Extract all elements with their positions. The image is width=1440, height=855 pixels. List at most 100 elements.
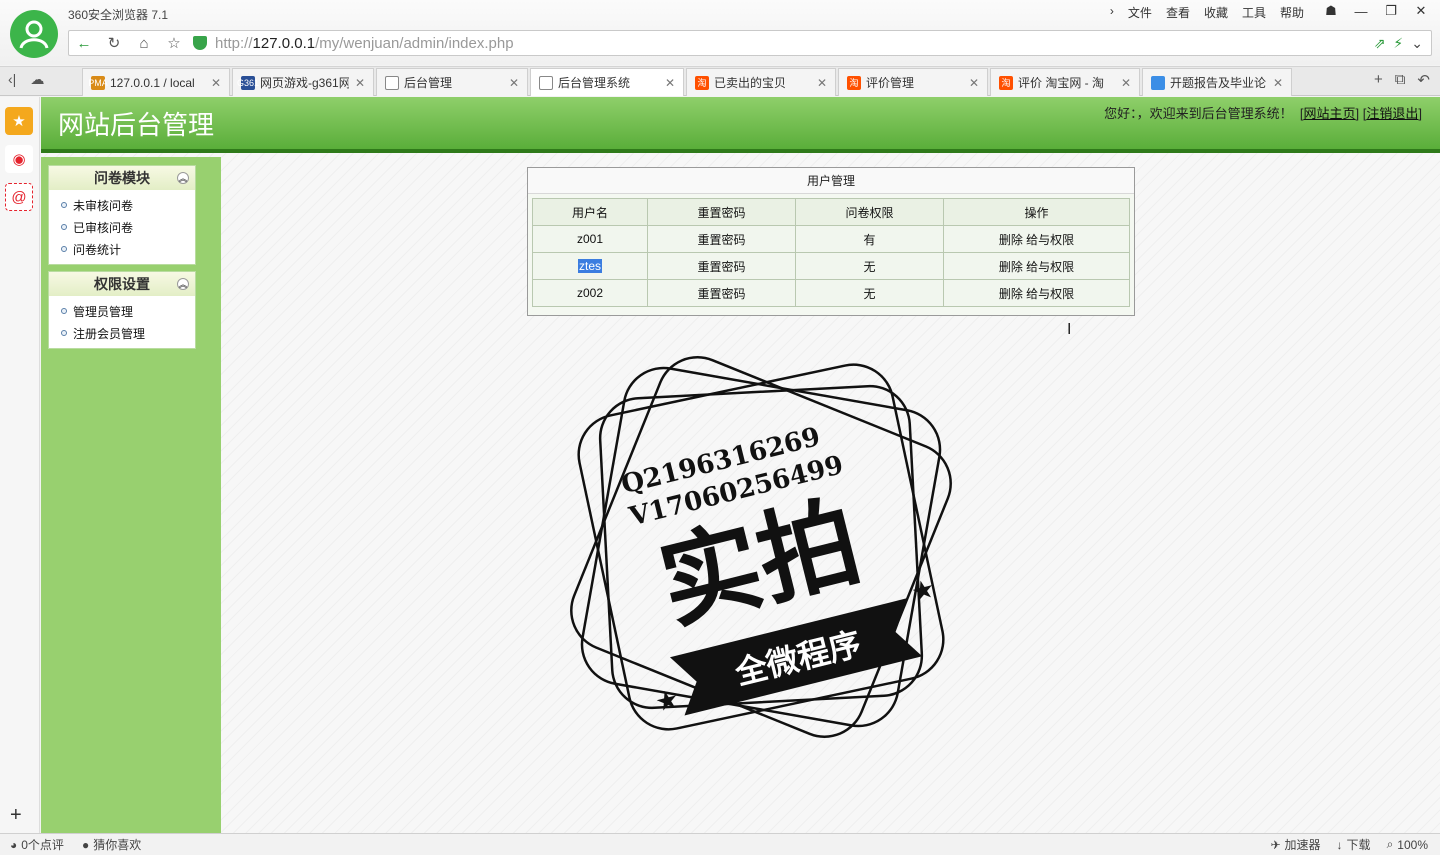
tab-1[interactable]: G361 网页游戏-g361网 ✕: [232, 68, 374, 96]
row-actions-link[interactable]: 删除 给与权限: [943, 225, 1130, 253]
sidebar-toggle-icon[interactable]: ‹|: [8, 71, 16, 88]
row-actions-link-text: 删除 给与权限: [998, 259, 1075, 274]
tab-4[interactable]: 淘已卖出的宝贝 ✕: [686, 68, 836, 96]
reset-password-link[interactable]: 重置密码: [647, 252, 796, 280]
reset-password-link[interactable]: 重置密码: [647, 279, 796, 307]
g361-icon: G361: [236, 75, 260, 90]
page-icon: [385, 75, 399, 90]
speedup-button[interactable]: ✈ 加速器: [1270, 836, 1320, 853]
close-button[interactable]: ✕: [1410, 2, 1432, 20]
panel-questionnaire: 问卷模块 ︽ 未审核问卷 已审核问卷 问卷统计: [48, 165, 196, 265]
tab-label: 评价管理: [866, 76, 915, 90]
tab-5[interactable]: 淘评价管理 ✕: [838, 68, 988, 96]
url-input[interactable]: http://127.0.0.1/my/wenjuan/admin/index.…: [189, 31, 1374, 55]
menu-favorites[interactable]: 收藏: [1204, 4, 1228, 21]
browser-logo-icon[interactable]: [10, 10, 58, 58]
table-row: z001 重置密码 有 删除 给与权限: [532, 225, 1130, 253]
panel-permissions: 权限设置 ︽ 管理员管理 注册会员管理: [48, 271, 196, 349]
tab-7[interactable]: 开题报告及毕业论 ✕: [1142, 68, 1292, 96]
tab-3[interactable]: 后台管理系统 ✕: [530, 68, 684, 96]
menu-help[interactable]: 帮助: [1280, 4, 1304, 21]
url-text: http://127.0.0.1/my/wenjuan/admin/index.…: [215, 35, 514, 52]
menu-item-stats[interactable]: 问卷统计: [61, 238, 195, 260]
recommend-status[interactable]: ● 猜你喜欢: [82, 836, 141, 853]
url-path: /my/wenjuan/admin/index.php: [315, 34, 514, 52]
download-icon: ↓: [1336, 837, 1343, 852]
menu-item-label: 未审核问卷: [73, 198, 134, 213]
collapse-icon[interactable]: ︽: [177, 278, 189, 290]
chevron-down-icon[interactable]: ⌄: [1411, 35, 1423, 52]
cell-username: z001: [532, 225, 648, 253]
tab-close-icon[interactable]: ✕: [1121, 76, 1131, 90]
app-title: 360安全浏览器 7.1: [68, 8, 169, 22]
logout-link[interactable]: 注销退出: [1366, 106, 1418, 121]
share-icon[interactable]: ⇗: [1374, 35, 1386, 52]
zoom-level[interactable]: ⌕ 100%: [1387, 836, 1428, 853]
menu-item-label: 管理员管理: [73, 304, 134, 319]
menu-arrow-icon[interactable]: ›: [1110, 4, 1114, 21]
favorites-star-icon[interactable]: ★: [5, 107, 33, 135]
tab-bar: ‹| ☁ PMA 127.0.0.1 / local ✕ G361 网页游戏-g361网…: [0, 66, 1440, 96]
user-table-body: z001 重置密码有删除 给与权限 ztes 重置密码无删除 给与权限 z002 重置密码…: [532, 225, 1130, 307]
chrome-icon: [1151, 75, 1165, 90]
browser-titlebar: 360安全浏览器 7.1 › 文件 查看 收藏 工具 帮助 ☗ — ❐ ✕ ← …: [0, 0, 1440, 65]
restore-tabs-icon[interactable]: ⧉: [1395, 71, 1406, 89]
taobao-icon: 淘: [695, 75, 709, 90]
tab-0[interactable]: PMA 127.0.0.1 / local ✕: [82, 68, 230, 96]
home-icon[interactable]: ⌂: [129, 31, 159, 55]
mail-icon[interactable]: @: [5, 183, 33, 211]
tab-label: 网页游戏-g361网: [260, 76, 349, 90]
menu-item-admins[interactable]: 管理员管理: [61, 300, 195, 322]
table-row: ztes 重置密码 无 删除 给与权限: [532, 252, 1130, 280]
menu-item-unreviewed[interactable]: 未审核问卷: [61, 194, 195, 216]
cell-permission-text: 无: [863, 286, 876, 301]
user-management-title: 用户管理: [528, 168, 1134, 194]
welcome-bar: 您好：，欢迎来到后台管理系统！ [网站主页] [注销退出]: [1104, 106, 1422, 121]
url-prefix: http://: [215, 34, 253, 52]
page-icon: [539, 75, 553, 90]
text-cursor-icon: Ι: [1067, 321, 1072, 338]
menu-file[interactable]: 文件: [1128, 4, 1152, 21]
collapse-icon[interactable]: ︽: [177, 172, 189, 184]
tab-label: 评价 淘宝网 - 淘: [1018, 76, 1104, 90]
reset-password-link[interactable]: 重置密码: [647, 225, 796, 253]
tab-2[interactable]: 后台管理 ✕: [376, 68, 528, 96]
tab-close-icon[interactable]: ✕: [969, 76, 979, 90]
minimize-button[interactable]: —: [1350, 2, 1372, 20]
cell-username-text: ztes: [577, 259, 602, 273]
cell-username: ztes: [532, 252, 648, 280]
tab-close-icon[interactable]: ✕: [355, 76, 365, 90]
weibo-icon[interactable]: ◉: [5, 145, 33, 173]
row-actions-link[interactable]: 删除 给与权限: [943, 252, 1130, 280]
reviews-status[interactable]: ◕ 0个点评: [10, 836, 64, 853]
browser-sidebar: ★ ◉ @ +: [0, 97, 40, 833]
home-link[interactable]: 网站主页: [1304, 106, 1356, 121]
tab-close-icon[interactable]: ✕: [665, 76, 675, 90]
star-icon[interactable]: ☆: [159, 31, 189, 55]
bullet-icon: [61, 224, 67, 230]
back-arrow-icon[interactable]: ←: [69, 31, 99, 55]
menu-tools[interactable]: 工具: [1242, 4, 1266, 21]
cloud-icon[interactable]: ☁: [30, 71, 44, 88]
new-tab-icon[interactable]: +: [1374, 71, 1383, 89]
maximize-button[interactable]: ❐: [1380, 2, 1402, 20]
add-sidebar-icon[interactable]: +: [10, 804, 22, 827]
download-button[interactable]: ↓ 下载: [1337, 836, 1371, 853]
lightning-icon[interactable]: ⚡: [1393, 35, 1403, 52]
skin-icon[interactable]: ☗: [1320, 2, 1342, 20]
row-actions-link[interactable]: 删除 给与权限: [943, 279, 1130, 307]
menu-item-reviewed[interactable]: 已审核问卷: [61, 216, 195, 238]
panel-title[interactable]: 权限设置 ︽: [49, 272, 195, 296]
menu-view[interactable]: 查看: [1166, 4, 1190, 21]
cell-permission: 无: [795, 279, 944, 307]
tab-6[interactable]: 淘评价 淘宝网 - 淘 ✕: [990, 68, 1140, 96]
tab-close-icon[interactable]: ✕: [509, 76, 519, 90]
undo-close-icon[interactable]: ↶: [1417, 71, 1430, 89]
tab-close-icon[interactable]: ✕: [1273, 76, 1283, 90]
menu-item-members[interactable]: 注册会员管理: [61, 322, 195, 344]
refresh-icon[interactable]: ↻: [99, 31, 129, 55]
panel-title[interactable]: 问卷模块 ︽: [49, 166, 195, 190]
tab-close-icon[interactable]: ✕: [211, 76, 221, 90]
tab-close-icon[interactable]: ✕: [817, 76, 827, 90]
cell-username-text: z001: [576, 232, 604, 246]
